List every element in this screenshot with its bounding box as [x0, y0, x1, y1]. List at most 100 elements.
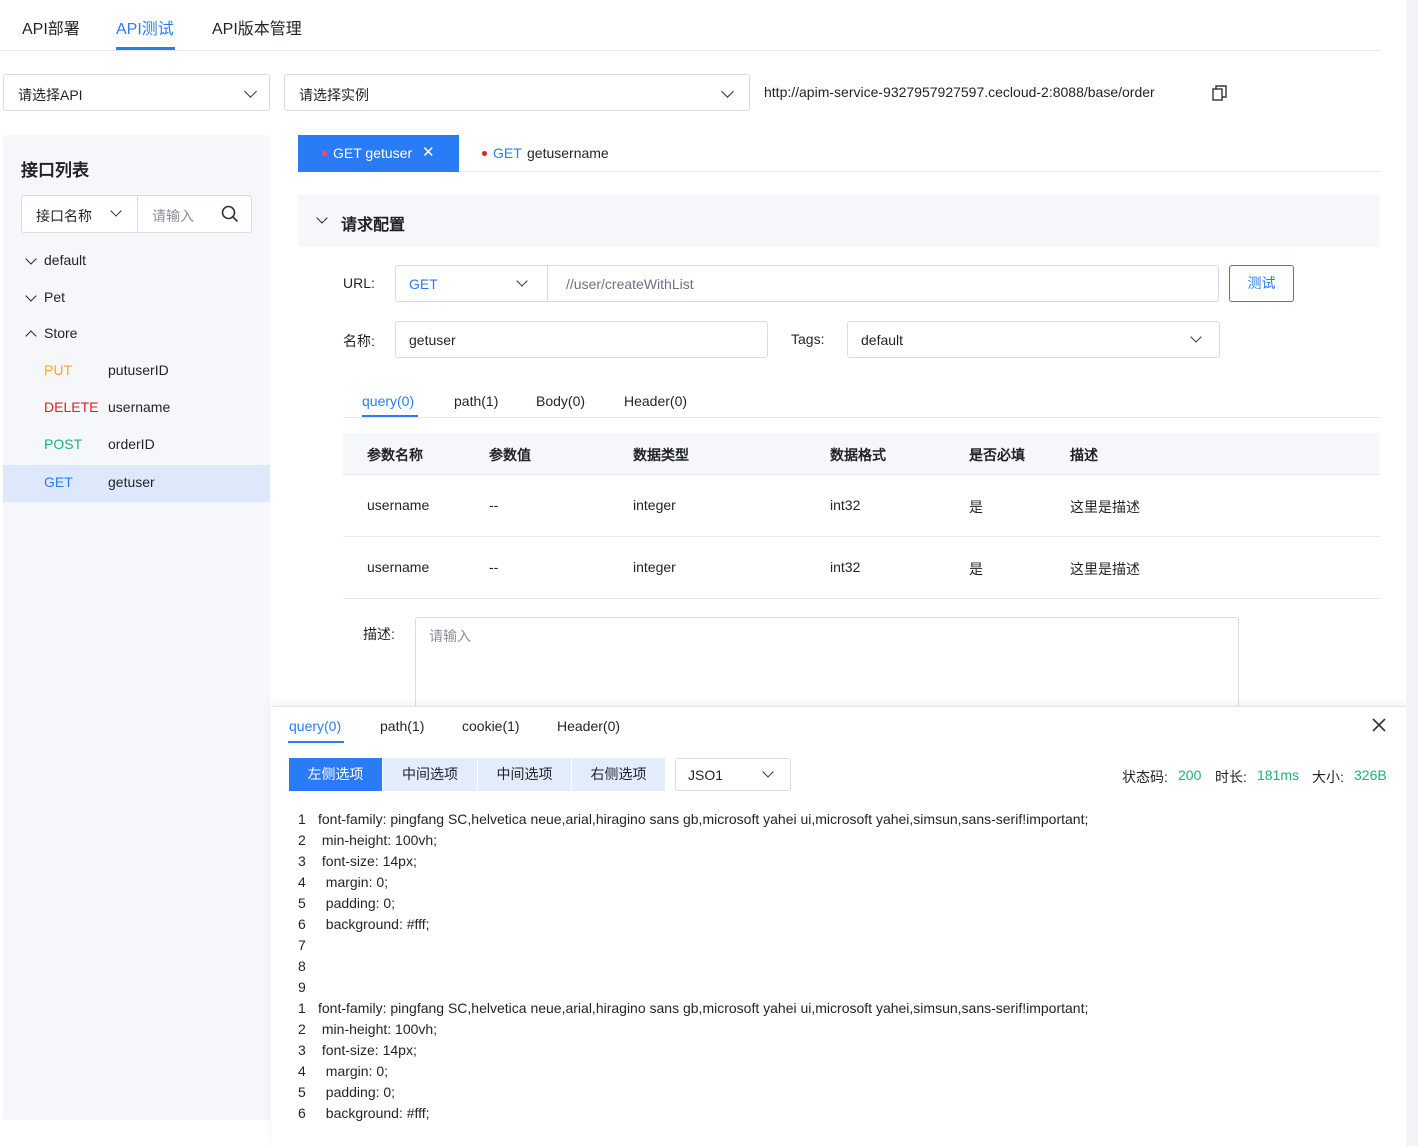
line-text: min-height: 100vh; [318, 1021, 438, 1037]
top-tabs: API部署 API测试 API版本管理 [0, 0, 1380, 51]
line-text: margin: 0; [318, 874, 389, 890]
api-select[interactable]: 请选择API [3, 74, 270, 111]
request-tab-name: getusername [527, 145, 609, 161]
api-select-label: 请选择API [18, 87, 83, 103]
response-tabs: query(0) path(1) cookie(1) Header(0) [271, 707, 1406, 745]
tree-group-store[interactable]: Store [3, 316, 270, 353]
endpoint-name: getuser [108, 474, 155, 490]
close-icon[interactable] [1371, 717, 1387, 733]
test-button[interactable]: 测试 [1229, 265, 1294, 302]
status-code-value: 200 [1178, 767, 1202, 783]
request-config-title: 请求配置 [341, 217, 406, 234]
request-config-header[interactable]: 请求配置 [298, 195, 1380, 247]
tags-select[interactable]: default [847, 321, 1220, 358]
close-tab-icon[interactable]: ✕ [422, 143, 435, 161]
response-tab-header[interactable]: Header(0) [557, 718, 620, 734]
search-icon[interactable] [220, 204, 240, 224]
endpoint-name: orderID [108, 436, 155, 452]
search-type-select[interactable]: 接口名称 [22, 196, 138, 232]
search-input[interactable]: 请输入 [152, 206, 194, 226]
http-method-select[interactable]: GET [396, 266, 548, 301]
endpoint-item-orderid[interactable]: POST orderID [3, 427, 270, 464]
table-cell: integer [633, 497, 676, 513]
chevron-down-icon [25, 253, 37, 265]
line-text: padding: 0; [318, 895, 396, 911]
line-number: 9 [298, 979, 306, 995]
tree-group-label: Pet [44, 289, 66, 305]
request-tabs: GET getuser ✕ GET getusername [298, 135, 1380, 172]
segment-middle-2[interactable]: 中间选项 [478, 758, 571, 791]
description-textarea[interactable]: 请输入 [415, 617, 1239, 717]
endpoint-name: putuserID [108, 362, 169, 378]
method-badge-get: GET [44, 474, 73, 490]
tags-select-value: default [861, 332, 904, 348]
table-cell: username [367, 497, 430, 513]
active-tab-indicator [362, 415, 418, 417]
response-tab-query[interactable]: query(0) [289, 718, 341, 734]
tab-api-test[interactable]: API测试 [116, 15, 174, 39]
chevron-down-icon [1190, 331, 1202, 343]
page-scrollbar[interactable] [1406, 0, 1418, 1146]
tab-query[interactable]: query(0) [362, 393, 414, 409]
tree-group-label: Store [44, 325, 78, 341]
size-label: 大小: [1312, 769, 1344, 785]
request-tab-getuser[interactable]: GET getuser ✕ [298, 135, 459, 172]
tab-header[interactable]: Header(0) [624, 393, 687, 409]
response-panel: query(0) path(1) cookie(1) Header(0) 左侧选… [271, 706, 1406, 1146]
active-tab-indicator [288, 741, 344, 743]
tree-group-default[interactable]: default [3, 243, 270, 280]
table-cell: -- [489, 559, 499, 575]
endpoint-name: username [108, 399, 171, 415]
tab-body[interactable]: Body(0) [536, 393, 585, 409]
column-header: 参数值 [489, 447, 531, 463]
table-cell: 这里是描述 [1070, 499, 1140, 515]
line-number: 1 [298, 811, 306, 827]
column-header: 是否必填 [969, 447, 1025, 463]
column-header: 描述 [1070, 447, 1098, 463]
table-cell: int32 [830, 497, 861, 513]
endpoint-item-putuserid[interactable]: PUT putuserID [3, 353, 270, 390]
table-cell: integer [633, 559, 676, 575]
response-tab-path[interactable]: path(1) [380, 718, 424, 734]
line-text: font-family: pingfang SC,helvetica neue,… [318, 811, 1089, 827]
endpoint-item-username[interactable]: DELETE username [3, 390, 270, 427]
copy-icon[interactable] [1212, 85, 1227, 101]
method-badge-post: POST [44, 436, 83, 452]
method-badge-delete: DELETE [44, 399, 99, 415]
response-tab-cookie[interactable]: cookie(1) [462, 718, 520, 734]
interface-list-panel: 接口列表 接口名称 请输入 default Pet Store PUT putu… [3, 135, 270, 1120]
tab-path[interactable]: path(1) [454, 393, 498, 409]
format-select-value: JSO1 [688, 767, 724, 783]
size-value: 326B [1354, 767, 1387, 783]
column-header: 参数名称 [367, 447, 423, 463]
tree-group-pet[interactable]: Pet [3, 280, 270, 317]
column-header: 数据格式 [830, 447, 886, 463]
line-number: 2 [298, 1021, 306, 1037]
status-code-label: 状态码: [1122, 769, 1168, 785]
instance-select[interactable]: 请选择实例 [284, 74, 750, 111]
tab-api-version[interactable]: API版本管理 [212, 15, 302, 39]
chevron-down-icon [762, 766, 774, 778]
url-input-group: GET //user/createWithList [395, 265, 1219, 302]
column-header: 数据类型 [633, 447, 689, 463]
line-text: font-size: 14px; [318, 1042, 417, 1058]
chevron-down-icon [316, 212, 328, 224]
tab-api-deploy[interactable]: API部署 [22, 15, 80, 39]
segment-right[interactable]: 右侧选项 [572, 758, 665, 791]
line-number: 3 [298, 1042, 306, 1058]
url-path-input[interactable]: //user/createWithList [566, 276, 694, 292]
segment-left[interactable]: 左侧选项 [289, 758, 382, 791]
format-select[interactable]: JSO1 [675, 758, 791, 791]
line-number: 8 [298, 958, 306, 974]
table-cell: 这里是描述 [1070, 561, 1140, 577]
active-tab-indicator [116, 47, 175, 50]
name-input[interactable]: getuser [395, 321, 768, 358]
line-number: 1 [298, 1000, 306, 1016]
request-tab-method: GET [493, 145, 522, 161]
segment-middle-1[interactable]: 中间选项 [383, 758, 477, 791]
line-number: 6 [298, 1105, 306, 1121]
search-type-label: 接口名称 [36, 208, 92, 224]
table-cell: 是 [969, 499, 983, 515]
table-cell: int32 [830, 559, 861, 575]
endpoint-item-getuser[interactable]: GET getuser [3, 465, 270, 502]
